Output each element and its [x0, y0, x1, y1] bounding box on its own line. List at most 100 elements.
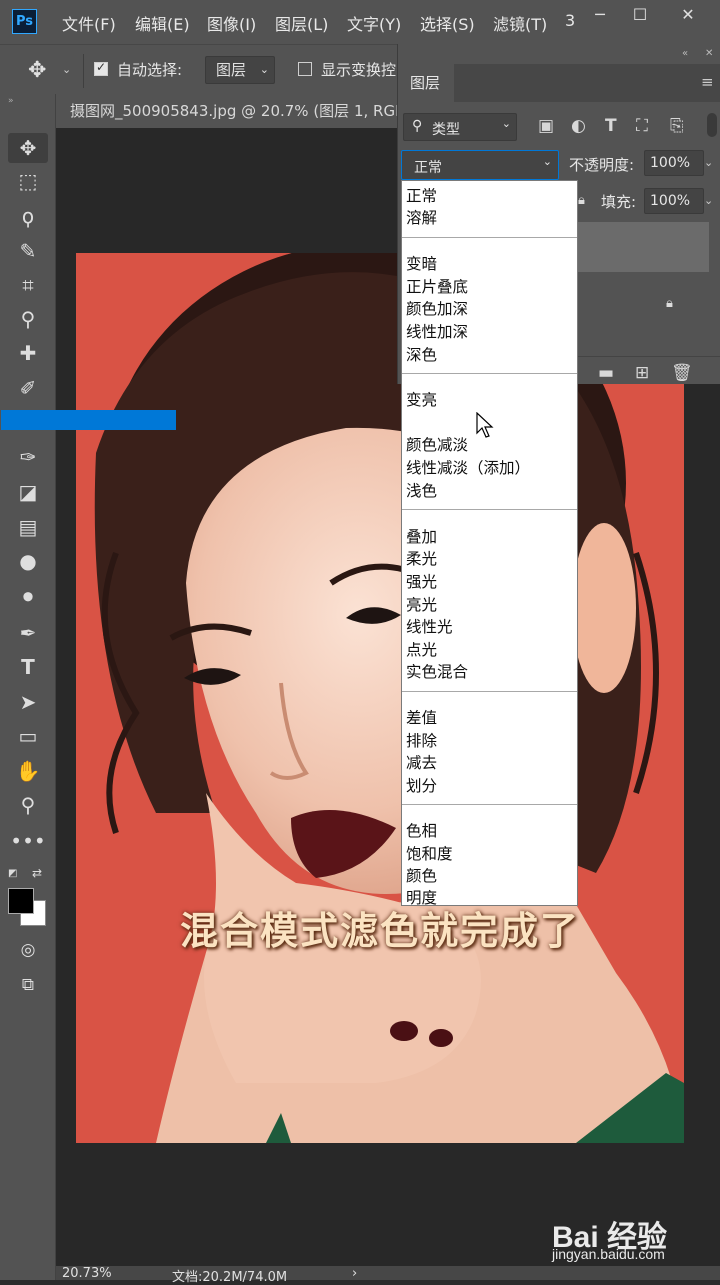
blend-option-soft-light[interactable]: 柔光	[406, 547, 437, 569]
blend-option-linear-burn[interactable]: 线性加深	[406, 320, 468, 342]
blend-option-difference[interactable]: 差值	[406, 706, 437, 728]
blend-option-color-dodge[interactable]: 颜色减淡	[406, 433, 468, 455]
filter-pixel-icon[interactable]: ▣	[538, 116, 554, 136]
document-tab-title: 摄图网_500905843.jpg @ 20.7% (图层 1, RGB	[70, 102, 406, 120]
swap-colors-icon[interactable]: ⇄	[32, 866, 42, 880]
portrait-illustration	[94, 253, 684, 1143]
healing-brush-tool-icon[interactable]: ✚	[8, 338, 48, 368]
blend-option-divide[interactable]: 划分	[406, 774, 437, 796]
fill-value: 100%	[650, 193, 691, 209]
zoom-level[interactable]: 20.73%	[62, 1266, 112, 1281]
menu-3d[interactable]: 3	[565, 11, 575, 30]
menu-image[interactable]: 图像(I)	[207, 11, 256, 35]
blend-option-subtract[interactable]: 减去	[406, 751, 437, 773]
new-group-icon[interactable]: ▬	[598, 363, 614, 383]
separator	[402, 804, 577, 805]
eraser-tool-icon[interactable]: ◪	[8, 477, 48, 507]
blend-option-darker-color[interactable]: 深色	[406, 343, 437, 365]
blend-option-overlay[interactable]: 叠加	[406, 525, 437, 547]
dodge-tool-icon[interactable]: ⚫	[8, 582, 48, 612]
blend-option-color[interactable]: 颜色	[406, 864, 437, 886]
menu-filter[interactable]: 滤镜(T)	[493, 11, 547, 35]
lock-all-icon[interactable]: 🔒︎	[578, 193, 585, 208]
menu-edit[interactable]: 编辑(E)	[135, 11, 190, 35]
portrait-photo[interactable]	[76, 253, 684, 1143]
filter-adjustment-icon[interactable]: ◐	[571, 116, 586, 136]
layer-row-selected[interactable]	[578, 222, 709, 272]
pen-tool-icon[interactable]: ✒	[8, 618, 48, 648]
filter-shape-icon[interactable]: ⛶	[636, 116, 648, 136]
blend-option-hard-mix[interactable]: 实色混合	[406, 660, 468, 682]
default-colors-icon[interactable]: ◩	[8, 868, 17, 879]
blend-option-vivid-light[interactable]: 亮光	[406, 593, 437, 615]
screen-mode-icon[interactable]: ⧉	[8, 970, 48, 1000]
filter-type-icon[interactable]: T	[605, 116, 617, 136]
delete-layer-icon[interactable]: 🗑︎	[671, 363, 693, 383]
blend-option-linear-dodge[interactable]: 线性减淡（添加）	[406, 456, 530, 478]
chevron-down-icon[interactable]: ⌄	[704, 150, 720, 176]
hand-tool-icon[interactable]: ✋	[8, 756, 48, 786]
marquee-tool-icon[interactable]: ⬚	[8, 166, 48, 196]
fill-input[interactable]: 100%	[644, 188, 704, 214]
zoom-tool-icon[interactable]: ⚲	[8, 790, 48, 820]
blend-option-lighten[interactable]: 变亮	[406, 388, 437, 410]
panel-close-icon[interactable]: ✕	[705, 48, 713, 59]
blend-option-hard-light[interactable]: 强光	[406, 570, 437, 592]
menu-select[interactable]: 选择(S)	[420, 11, 475, 35]
panel-collapse-icon[interactable]: «	[682, 48, 688, 59]
photoshop-logo-icon[interactable]: Ps	[12, 9, 37, 34]
separator	[402, 237, 577, 238]
chevron-right-icon[interactable]: ›	[352, 1266, 357, 1281]
rectangle-tool-icon[interactable]: ▭	[8, 721, 48, 751]
blend-option-pin-light[interactable]: 点光	[406, 638, 437, 660]
quick-select-tool-icon[interactable]: ✎	[8, 236, 48, 266]
blend-option-lighter-color[interactable]: 浅色	[406, 479, 437, 501]
type-tool-icon[interactable]: T	[8, 652, 48, 682]
brush-tool-icon[interactable]: ✐	[8, 373, 48, 403]
blend-option-linear-light[interactable]: 线性光	[406, 615, 453, 637]
blend-option-multiply[interactable]: 正片叠底	[406, 275, 468, 297]
maximize-button[interactable]: ☐	[620, 4, 660, 26]
lasso-tool-icon[interactable]: ϙ	[8, 201, 48, 231]
crop-tool-icon[interactable]: ⌗	[8, 270, 48, 300]
move-tool-icon[interactable]: ✥	[28, 58, 46, 83]
blur-tool-icon[interactable]: ●	[8, 546, 48, 576]
blend-option-dissolve[interactable]: 溶解	[406, 206, 437, 228]
menu-file[interactable]: 文件(F)	[62, 11, 116, 35]
auto-select-checkbox[interactable]	[94, 60, 108, 76]
blend-option-darken[interactable]: 变暗	[406, 252, 437, 274]
eyedropper-tool-icon[interactable]: ⚲	[8, 304, 48, 334]
close-button[interactable]: ✕	[668, 4, 708, 26]
gradient-tool-icon[interactable]: ▤	[8, 512, 48, 542]
history-brush-tool-icon[interactable]: ✑	[8, 442, 48, 472]
blend-option-hue[interactable]: 色相	[406, 819, 437, 841]
chevron-down-icon[interactable]: ⌄	[704, 188, 720, 214]
blend-mode-value: 正常	[414, 160, 442, 176]
more-tools-icon[interactable]: •••	[8, 826, 48, 856]
panel-menu-icon[interactable]: ≡	[701, 73, 714, 91]
filter-toggle-switch[interactable]	[707, 113, 717, 137]
path-select-tool-icon[interactable]: ➤	[8, 687, 48, 717]
blend-option-normal[interactable]: 正常	[406, 184, 437, 206]
move-tool-icon[interactable]: ✥	[8, 133, 48, 163]
collapse-icon[interactable]: »	[8, 96, 14, 106]
menu-type[interactable]: 文字(Y)	[347, 11, 401, 35]
search-icon: ⚲	[412, 118, 423, 134]
blend-option-exclusion[interactable]: 排除	[406, 729, 437, 751]
blend-option-color-burn[interactable]: 颜色加深	[406, 297, 468, 319]
chevron-down-icon[interactable]: ⌄	[62, 63, 71, 76]
filter-smart-object-icon[interactable]: ⎘	[670, 116, 684, 136]
new-layer-icon[interactable]: ⊞	[635, 363, 649, 383]
minimize-button[interactable]: ─	[580, 4, 620, 26]
layer-row-background[interactable]	[578, 280, 709, 330]
auto-select-target-dropdown[interactable]: 图层 ⌄	[205, 56, 275, 84]
blend-mode-dropdown[interactable]: 正常 ⌄	[401, 150, 559, 180]
chevron-down-icon: ⌄	[259, 63, 269, 76]
blend-option-saturation[interactable]: 饱和度	[406, 842, 453, 864]
layer-filter-dropdown[interactable]: ⚲ 类型 ⌄	[403, 113, 517, 141]
opacity-input[interactable]: 100%	[644, 150, 704, 176]
show-transform-checkbox[interactable]	[298, 62, 312, 76]
blend-option-screen[interactable]: 滤色	[406, 410, 437, 432]
chevron-down-icon: ⌄	[542, 155, 552, 168]
menu-layer[interactable]: 图层(L)	[275, 11, 328, 35]
